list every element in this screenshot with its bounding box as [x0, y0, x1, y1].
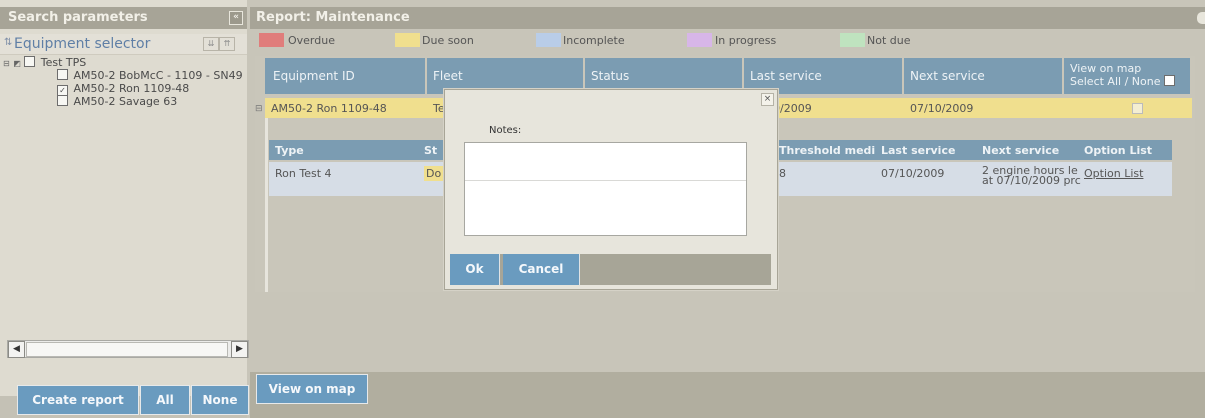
subtable-col-status[interactable]: St [424, 144, 437, 157]
cancel-button[interactable]: Cancel [503, 254, 580, 285]
tree-root[interactable]: ⊟ ◩ Test TPS [3, 56, 247, 69]
tree-item[interactable]: ✓ AM50-2 Ron 1109-48 [3, 82, 247, 96]
tree-item-label: AM50-2 BobMcC - 1109 - SN49 [73, 69, 243, 82]
subtable-threshold: 8 [779, 167, 786, 180]
row-collapse-icon[interactable]: ⊟ [255, 104, 263, 114]
subtable-col-option-list[interactable]: Option List [1084, 144, 1152, 157]
next-service-line2: at 07/10/2009 prc [982, 174, 1081, 187]
due-soon-swatch [395, 33, 420, 47]
tree-toggle-icon[interactable]: ⊟ [3, 59, 10, 68]
close-icon[interactable]: × [761, 93, 774, 106]
dialog-footer: Ok Cancel [450, 254, 771, 285]
expand-icon[interactable]: ⇊ [203, 37, 219, 51]
collapse-icon[interactable]: ⇈ [219, 37, 235, 51]
scroll-right-arrow-icon[interactable]: ▶ [231, 341, 248, 358]
search-title: Search parameters [8, 10, 148, 25]
select-all-checkbox[interactable] [1163, 75, 1175, 86]
report-footer [250, 372, 1205, 418]
column-header-view-on-map: View on map Select All / None [1064, 58, 1190, 94]
subtable-col-next-service[interactable]: Next service [982, 144, 1059, 157]
create-report-button[interactable]: Create report [17, 385, 139, 415]
tree-item[interactable]: AM50-2 Savage 63 [3, 95, 247, 108]
legend-label: Due soon [422, 34, 474, 47]
subtable-col-last-service[interactable]: Last service [881, 144, 955, 157]
tree-item-checkbox[interactable] [57, 95, 68, 106]
row-map-checkbox[interactable] [1132, 103, 1143, 114]
horizontal-scrollbar[interactable]: ◀ ▶ [7, 340, 249, 358]
in-progress-swatch [687, 33, 712, 47]
textarea-line [465, 180, 746, 181]
subtable-col-type[interactable]: Type [275, 144, 304, 157]
legend-label: In progress [715, 34, 777, 47]
column-header-next-service[interactable]: Next service [904, 58, 1062, 94]
incomplete-swatch [536, 33, 561, 47]
select-none-button[interactable]: None [191, 385, 249, 415]
legend-label: Overdue [288, 34, 335, 47]
report-title: Report: Maintenance [256, 10, 410, 25]
select-all-none-label[interactable]: Select All / None [1070, 75, 1160, 88]
equipment-selector-label: Equipment selector [14, 36, 151, 52]
equipment-icon: ⇅ [4, 37, 13, 48]
column-header-equipment-id[interactable]: Equipment ID [265, 58, 425, 94]
subtable-last-service: 07/10/2009 [881, 167, 945, 180]
select-all-button[interactable]: All [140, 385, 190, 415]
view-on-map-button[interactable]: View on map [256, 374, 368, 404]
tree-item[interactable]: AM50-2 BobMcC - 1109 - SN49 [3, 69, 247, 82]
subtable-indent [265, 118, 268, 292]
folder-icon: ◩ [13, 59, 21, 68]
subtable-col-threshold[interactable]: Threshold medi [779, 144, 875, 157]
tree-item-label: AM50-2 Ron 1109-48 [73, 82, 190, 95]
scrollbar-thumb[interactable] [26, 342, 228, 357]
ok-button[interactable]: Ok [450, 254, 500, 285]
search-header: Search parameters « [0, 7, 247, 29]
subtable-type: Ron Test 4 [275, 167, 332, 180]
tree-root-checkbox[interactable] [24, 56, 36, 67]
legend-label: Not due [867, 34, 911, 47]
notes-textarea[interactable] [464, 142, 747, 236]
legend-label: Incomplete [563, 34, 625, 47]
option-list-link[interactable]: Option List [1084, 167, 1143, 180]
row-last-service: 0/2009 [773, 102, 812, 115]
select-all-none-row: Select All / None [1070, 75, 1190, 88]
row-next-service: 07/10/2009 [910, 102, 974, 115]
panel-handle-icon[interactable] [1197, 12, 1205, 24]
scroll-left-arrow-icon[interactable]: ◀ [8, 341, 25, 358]
report-header: Report: Maintenance [250, 7, 1205, 29]
notes-label: Notes: [489, 125, 522, 136]
equipment-selector-header: ⇅ Equipment selector ⇊ ⇈ [0, 34, 247, 55]
not-due-swatch [840, 33, 865, 47]
search-panel: Search parameters « ⇅ Equipment selector… [0, 0, 249, 418]
collapse-panel-button[interactable]: « [229, 11, 243, 25]
tree-item-checkbox[interactable] [57, 69, 68, 80]
row-equipment-id: AM50-2 Ron 1109-48 [271, 102, 387, 115]
tree-root-label: Test TPS [40, 56, 87, 69]
status-legend: Overdue Due soon Incomplete In progress … [250, 30, 1205, 50]
notes-dialog: × Notes: Ok Cancel [444, 89, 778, 290]
overdue-swatch [259, 33, 284, 47]
equipment-tree: ⊟ ◩ Test TPS AM50-2 BobMcC - 1109 - SN49… [3, 56, 247, 108]
subtable-status: Do [424, 166, 444, 181]
tree-item-label: AM50-2 Savage 63 [73, 95, 178, 108]
row-fleet: Te [433, 102, 445, 115]
view-on-map-header-label: View on map [1070, 62, 1142, 75]
subtable-next-service: 2 engine hours le at 07/10/2009 prc [982, 165, 1081, 187]
